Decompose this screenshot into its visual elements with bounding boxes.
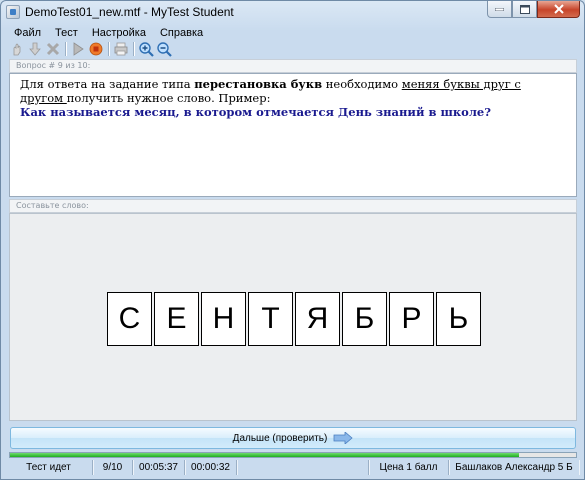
menu-help[interactable]: Справка	[153, 25, 210, 41]
question-header: Вопрос # 9 из 10:	[9, 59, 577, 73]
toolbar-separator	[133, 42, 134, 56]
letter-tile[interactable]: Е	[154, 292, 199, 346]
letter-tiles: С Е Н Т Я Б Р Ь	[107, 292, 483, 346]
zoom-in-icon[interactable]	[138, 41, 154, 57]
printer-icon[interactable]	[113, 41, 129, 57]
minimize-icon	[495, 7, 504, 11]
question-panel: Для ответа на задание типа перестановка …	[9, 73, 577, 197]
app-window: DemoTest01_new.mtf - MyTest Student Файл…	[0, 0, 585, 480]
status-price: Цена 1 балл	[369, 460, 449, 475]
question-text-2: необходимо	[322, 77, 402, 91]
toolbar	[9, 41, 174, 57]
minimize-button[interactable]	[487, 1, 512, 18]
status-elapsed-time: 00:05:37	[133, 460, 185, 475]
word-area-header: Составьте слово:	[9, 199, 577, 213]
toolbar-separator	[65, 42, 66, 56]
progress-fill	[10, 453, 520, 457]
right-arrow-icon	[333, 432, 353, 444]
letter-tile[interactable]: Р	[389, 292, 434, 346]
status-question-time: 00:00:32	[185, 460, 237, 475]
play-icon[interactable]	[70, 41, 86, 57]
question-text-1: Для ответа на задание типа	[20, 77, 195, 91]
status-spacer	[237, 460, 369, 475]
maximize-button[interactable]	[512, 1, 537, 18]
next-button[interactable]: Дальше (проверить)	[10, 427, 576, 449]
down-arrow-icon[interactable]	[27, 41, 43, 57]
progress-bar	[9, 452, 577, 458]
letter-tile[interactable]: Н	[201, 292, 246, 346]
stop-icon[interactable]	[88, 41, 104, 57]
letter-tile[interactable]: С	[107, 292, 152, 346]
title-bar[interactable]: DemoTest01_new.mtf - MyTest Student	[1, 1, 584, 23]
menu-bar: Файл Тест Настройка Справка	[7, 25, 210, 41]
next-button-label: Дальше (проверить)	[232, 432, 328, 444]
zoom-out-icon[interactable]	[156, 41, 172, 57]
letter-tile[interactable]: Ь	[436, 292, 481, 346]
question-text-bold: перестановка букв	[194, 77, 323, 91]
question-text-3: получить нужное слово. Пример:	[66, 91, 271, 105]
word-area: С Е Н Т Я Б Р Ь	[9, 213, 577, 421]
status-user: Башлаков Александр 5 Б	[449, 460, 579, 475]
letter-tile[interactable]: Б	[342, 292, 387, 346]
maximize-icon	[519, 4, 530, 14]
toolbar-separator	[108, 42, 109, 56]
status-question-count: 9/10	[93, 460, 133, 475]
x-icon[interactable]	[45, 41, 61, 57]
window-title: DemoTest01_new.mtf - MyTest Student	[25, 5, 234, 19]
close-button[interactable]	[537, 1, 580, 18]
letter-tile[interactable]: Т	[248, 292, 293, 346]
menu-file[interactable]: Файл	[7, 25, 48, 41]
status-state: Тест идет	[5, 460, 93, 475]
hand-icon[interactable]	[9, 41, 25, 57]
menu-test[interactable]: Тест	[48, 25, 85, 41]
status-bar: Тест идет 9/10 00:05:37 00:00:32 Цена 1 …	[5, 460, 581, 476]
app-icon	[6, 5, 20, 19]
close-icon	[553, 4, 564, 14]
letter-tile[interactable]: Я	[295, 292, 340, 346]
question-line: Как называется месяц, в котором отмечает…	[20, 105, 491, 119]
menu-settings[interactable]: Настройка	[85, 25, 153, 41]
